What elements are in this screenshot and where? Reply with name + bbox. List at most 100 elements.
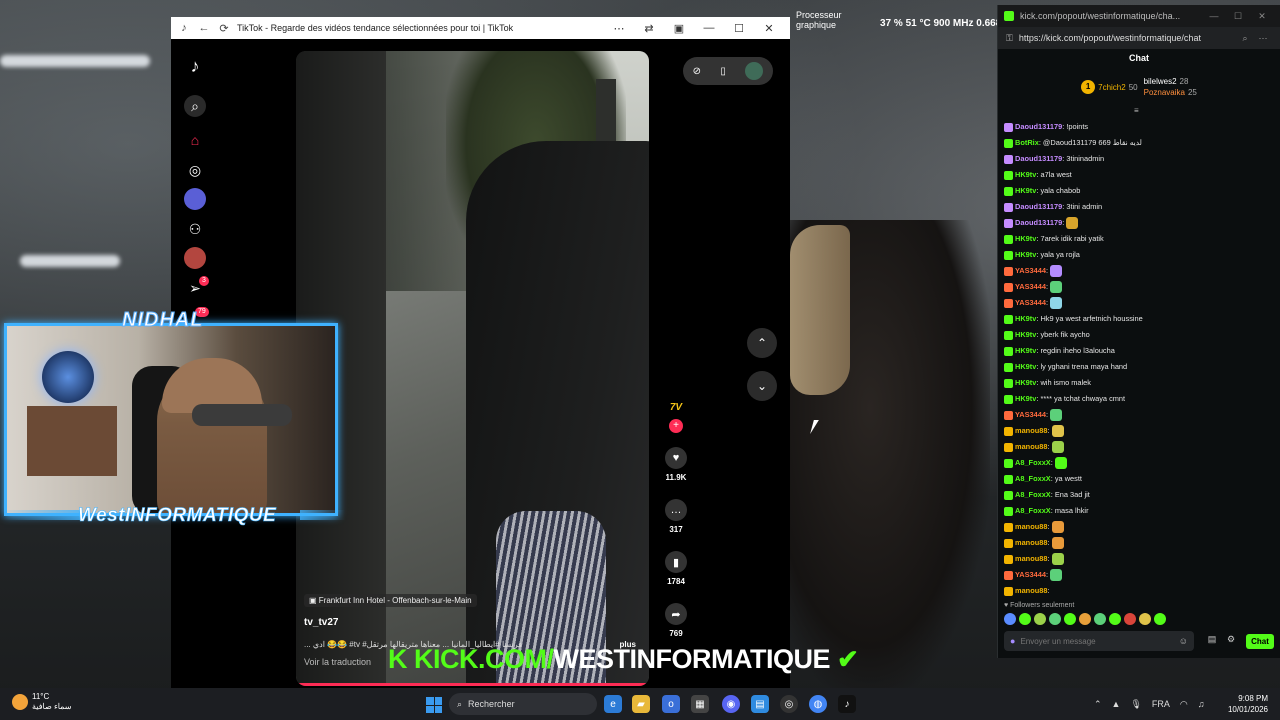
leader-entry[interactable]: 1 7chich2 50 <box>1081 80 1138 94</box>
more-icon[interactable]: ⋯ <box>1254 33 1272 44</box>
microphone-icon[interactable]: ● <box>1010 636 1015 646</box>
video-progress-bar[interactable] <box>296 683 649 686</box>
chat-username[interactable]: manou88 <box>1015 426 1047 435</box>
close-button[interactable]: ✕ <box>754 22 784 35</box>
chat-message[interactable]: manou88: <box>1004 519 1275 535</box>
chat-message[interactable]: Daoud131179: !points <box>1004 119 1275 135</box>
emote-icon[interactable] <box>1109 613 1121 625</box>
bookmark-icon[interactable]: ▮ <box>665 551 687 573</box>
volume-icon[interactable]: ♫ <box>1198 699 1205 709</box>
explore-icon[interactable]: ◎ <box>184 159 206 181</box>
send-chat-button[interactable]: Chat <box>1246 634 1274 649</box>
chat-message[interactable]: A8_FoxxX: <box>1004 455 1275 471</box>
chat-message[interactable]: YAS3444: <box>1004 567 1275 583</box>
outlook-icon[interactable]: o <box>662 695 680 713</box>
chat-username[interactable]: YAS3444 <box>1015 410 1046 419</box>
emote-icon[interactable] <box>1064 613 1076 625</box>
tiktok-app-icon[interactable]: ♪ <box>838 695 856 713</box>
chat-username[interactable]: A8_FoxxX <box>1015 458 1051 467</box>
chat-username[interactable]: YAS3444 <box>1015 282 1046 291</box>
tray-chevron-icon[interactable]: ⌃ <box>1094 699 1102 710</box>
chat-message[interactable]: manou88: <box>1004 423 1275 439</box>
chat-message[interactable]: Daoud131179: 3tini admin <box>1004 199 1275 215</box>
chat-username[interactable]: YAS3444 <box>1015 298 1046 307</box>
leader-entry[interactable]: bilelwes2 28 <box>1144 77 1197 86</box>
taskbar-search[interactable]: ⌕ Rechercher <box>449 693 597 715</box>
chat-message[interactable]: A8_FoxxX: ya westt <box>1004 471 1275 487</box>
wifi-icon[interactable]: ◠ <box>1180 699 1188 710</box>
zoom-icon[interactable]: ⌕ <box>1236 33 1254 44</box>
chat-username[interactable]: A8_FoxxX <box>1015 474 1051 483</box>
network-icon[interactable]: ▲ <box>1112 699 1121 709</box>
chat-messages[interactable]: Daoud131179: !points BotRix: @Daoud131179… <box>998 117 1280 597</box>
chat-username[interactable]: HK9tv <box>1015 394 1036 403</box>
translate-link[interactable]: Voir la traduction <box>304 657 371 667</box>
chat-username[interactable]: BotRix <box>1015 138 1039 147</box>
discord-icon[interactable]: ◉ <box>722 695 740 713</box>
chat-message[interactable]: BotRix: @Daoud131179 669 لديه نقاط <box>1004 135 1275 151</box>
heart-icon[interactable]: ♥ <box>665 447 687 469</box>
chat-message[interactable]: YAS3444: <box>1004 295 1275 311</box>
chat-message[interactable]: Daoud131179: <box>1004 215 1275 231</box>
chrome-icon[interactable]: ◍ <box>809 695 827 713</box>
pin-icon[interactable]: ≡ <box>1134 106 1139 115</box>
emote-icon[interactable] <box>1034 613 1046 625</box>
emoji-icon[interactable]: ☺ <box>1179 636 1188 646</box>
language-indicator[interactable]: FRA <box>1152 699 1170 709</box>
chat-username[interactable]: Daoud131179 <box>1015 202 1062 211</box>
chat-message[interactable]: A8_FoxxX: masa lhkir <box>1004 503 1275 519</box>
chat-username[interactable]: manou88 <box>1015 522 1047 531</box>
chat-username[interactable]: HK9tv <box>1015 186 1036 195</box>
chat-message[interactable]: HK9tv: yala chabob <box>1004 183 1275 199</box>
chat-username[interactable]: manou88 <box>1015 538 1047 547</box>
location-tag[interactable]: ▣ Frankfurt Inn Hotel - Offenbach-sur-le… <box>304 594 477 607</box>
chat-message[interactable]: manou88: <box>1004 551 1275 567</box>
chat-input-box[interactable]: ● ☺ <box>1004 631 1194 651</box>
save-action[interactable]: ▮ 1784 <box>664 551 688 586</box>
minimize-button[interactable]: — <box>694 22 724 34</box>
maximize-button[interactable]: ☐ <box>1226 11 1250 22</box>
chat-message[interactable]: YAS3444: <box>1004 263 1275 279</box>
chat-username[interactable]: HK9tv <box>1015 378 1036 387</box>
live-avatar[interactable] <box>184 247 206 269</box>
chat-message[interactable]: YAS3444: <box>1004 279 1275 295</box>
chat-message[interactable]: HK9tv: ly yghani trena maya hand <box>1004 359 1275 375</box>
tiktok-logo-icon[interactable]: ♪ <box>184 55 206 77</box>
share-action[interactable]: ➦ 769 <box>664 603 688 638</box>
maximize-button[interactable]: ☐ <box>724 22 754 35</box>
settings-icon[interactable]: ⊘ <box>693 66 701 77</box>
chat-message[interactable]: HK9tv: a7la west <box>1004 167 1275 183</box>
chat-username[interactable]: Daoud131179 <box>1015 154 1062 163</box>
refresh-icon[interactable]: ⟳ <box>217 22 231 35</box>
share-icon[interactable]: ⋯ <box>604 22 634 35</box>
chat-message[interactable]: HK9tv: yala ya rojla <box>1004 247 1275 263</box>
emote-icon[interactable] <box>1004 613 1016 625</box>
app-icon[interactable]: ▣ <box>664 22 694 35</box>
previous-video-button[interactable]: ⌃ <box>747 328 777 358</box>
user-avatar[interactable] <box>745 62 764 80</box>
device-icon[interactable]: ▯ <box>720 66 726 77</box>
chat-message[interactable]: YAS3444: <box>1004 407 1275 423</box>
chat-username[interactable]: HK9tv <box>1015 314 1036 323</box>
next-video-button[interactable]: ⌄ <box>747 371 777 401</box>
emote-icon[interactable] <box>1154 613 1166 625</box>
translate-icon[interactable]: ⇄ <box>634 22 664 35</box>
chat-username[interactable]: HK9tv <box>1015 170 1036 179</box>
store-icon[interactable]: ▦ <box>691 695 709 713</box>
chat-username[interactable]: YAS3444 <box>1015 570 1046 579</box>
chat-message[interactable]: A8_FoxxX: Ena 3ad jit <box>1004 487 1275 503</box>
back-icon[interactable]: ← <box>197 22 211 34</box>
chat-message-input[interactable] <box>1020 636 1179 646</box>
chat-message[interactable]: manou88: <box>1004 535 1275 551</box>
file-explorer-icon[interactable]: ▰ <box>632 695 650 713</box>
comment-action[interactable]: … 317 <box>664 499 688 534</box>
friends-icon[interactable]: ⚇ <box>184 218 206 240</box>
chat-message[interactable]: HK9tv: yberk fik aycho <box>1004 327 1275 343</box>
chat-username[interactable]: HK9tv <box>1015 346 1036 355</box>
comment-icon[interactable]: … <box>665 499 687 521</box>
chat-message[interactable]: HK9tv: Hk9 ya west arfetnich houssine <box>1004 311 1275 327</box>
chat-username[interactable]: HK9tv <box>1015 362 1036 371</box>
start-button[interactable] <box>426 697 442 713</box>
chat-message[interactable]: HK9tv: **** ya tchat chwaya cmnt <box>1004 391 1275 407</box>
chat-username[interactable]: A8_FoxxX <box>1015 506 1051 515</box>
